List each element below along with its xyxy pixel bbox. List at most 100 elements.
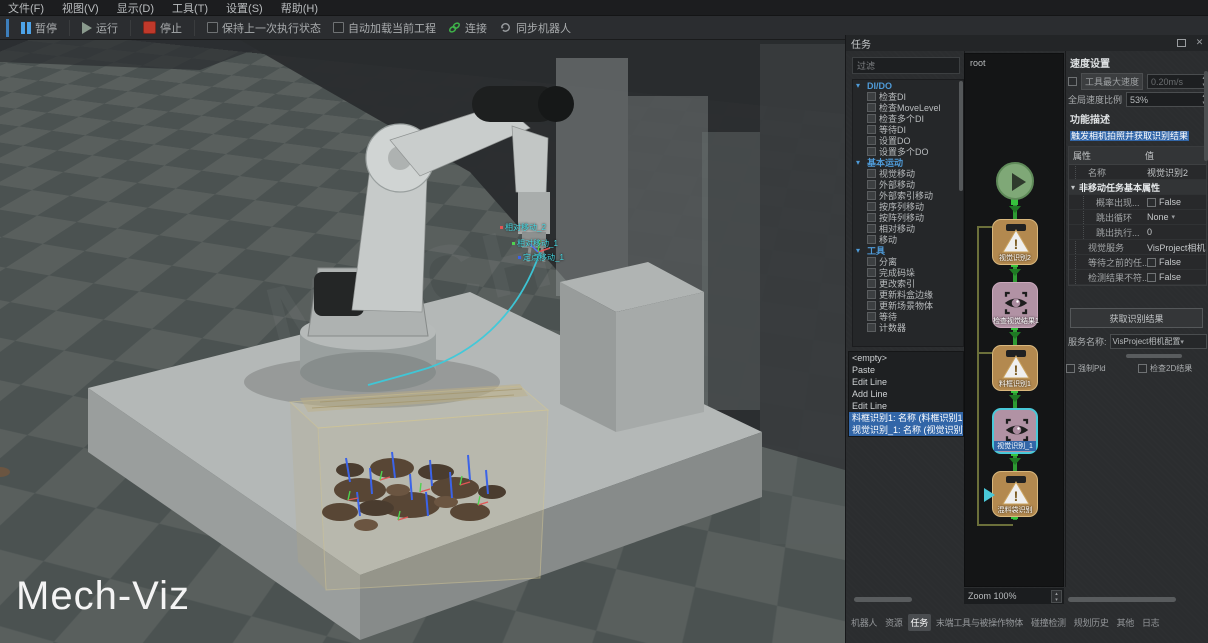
task-group-dido[interactable]: ▾ DI/DO bbox=[853, 80, 963, 91]
connect-button[interactable]: 连接 bbox=[448, 20, 487, 36]
task-icon bbox=[867, 257, 876, 266]
tab-end-tools-objects[interactable]: 末端工具与被操作物体 bbox=[933, 614, 1026, 631]
history-item[interactable]: <empty> bbox=[849, 352, 963, 364]
tool-speed-input[interactable]: 0.20m/s ▴▾ bbox=[1147, 74, 1207, 89]
node-label: 检查视觉结果1 bbox=[993, 316, 1037, 326]
menu-settings[interactable]: 设置(S) bbox=[226, 0, 263, 16]
task-icon bbox=[867, 312, 876, 321]
loop-edge bbox=[977, 226, 979, 526]
svg-text:!: ! bbox=[1014, 488, 1019, 504]
warning-icon: ! bbox=[1001, 354, 1031, 380]
arrow-down-icon bbox=[1009, 458, 1021, 465]
task-item[interactable]: 更新场景物体 bbox=[853, 300, 963, 311]
flow-node-current[interactable]: ! 混料袋识别 bbox=[992, 471, 1038, 517]
tab-plan-history[interactable]: 规划历史 bbox=[1071, 614, 1112, 631]
menu-file[interactable]: 文件(F) bbox=[8, 0, 44, 16]
loop-edge bbox=[977, 226, 992, 228]
task-icon bbox=[867, 169, 876, 178]
get-result-button[interactable]: 获取识别结果 bbox=[1070, 308, 1203, 328]
svg-text:!: ! bbox=[1014, 236, 1019, 252]
history-item[interactable]: 料框识别1: 名称 (料框识别1 · bbox=[849, 412, 963, 424]
task-group-tools[interactable]: ▾ 工具 bbox=[853, 245, 963, 256]
task-icon bbox=[867, 279, 876, 288]
tab-robot[interactable]: 机器人 bbox=[848, 614, 880, 631]
close-panel-icon[interactable]: ✕ bbox=[1194, 37, 1205, 48]
tab-log[interactable]: 日志 bbox=[1139, 614, 1162, 631]
history-item[interactable]: Add Line bbox=[849, 388, 963, 400]
menu-help[interactable]: 帮助(H) bbox=[281, 0, 318, 16]
filter-input[interactable] bbox=[852, 57, 960, 74]
run-button[interactable]: 运行 bbox=[82, 20, 118, 36]
checkbox-icon bbox=[1066, 364, 1075, 373]
inspector-vscrollbar[interactable] bbox=[1204, 71, 1208, 161]
stop-button[interactable]: 停止 bbox=[143, 20, 182, 36]
pause-label: 暂停 bbox=[35, 20, 57, 36]
task-icon bbox=[867, 125, 876, 134]
flow-node-check-vision[interactable]: 检查视觉结果1 bbox=[992, 282, 1038, 328]
checkbox-icon bbox=[333, 22, 344, 33]
history-item-selected[interactable]: 视觉识别_1: 名称 (视觉识别) bbox=[849, 424, 963, 436]
force-pld-checkbox[interactable]: 强制Pld bbox=[1066, 363, 1134, 374]
chain-link-icon bbox=[448, 21, 461, 34]
viewport-3d[interactable]: MECH MIND bbox=[0, 40, 845, 643]
menu-display[interactable]: 显示(D) bbox=[117, 0, 154, 16]
service-name-dropdown[interactable]: VisProject相机配置 ▾ bbox=[1110, 334, 1207, 349]
global-speed-input[interactable]: 53% ▴▾ bbox=[1126, 92, 1207, 107]
toolbar-separator bbox=[130, 20, 131, 36]
history-item[interactable]: Edit Line bbox=[849, 376, 963, 388]
float-panel-icon[interactable] bbox=[1177, 39, 1186, 47]
task-item[interactable]: 等待 bbox=[853, 311, 963, 322]
task-icon bbox=[867, 268, 876, 277]
pause-button[interactable]: 暂停 bbox=[21, 20, 57, 36]
checkbox-icon[interactable] bbox=[1147, 198, 1156, 207]
chevron-down-icon[interactable]: ▾ bbox=[1172, 213, 1176, 221]
task-item[interactable]: 检查多个DI bbox=[853, 113, 963, 124]
history-item[interactable]: Edit Line bbox=[849, 400, 963, 412]
scene-graphics bbox=[0, 40, 845, 643]
prop-row[interactable]: 等待之前的任... False bbox=[1069, 255, 1206, 270]
task-library-tree: ▾ DI/DO 检查DI 检查MoveLevel 检查多个DI 等待DI 设置D… bbox=[852, 79, 964, 347]
history-item[interactable]: Paste bbox=[849, 364, 963, 376]
tab-resources[interactable]: 资源 bbox=[882, 614, 905, 631]
history-hscrollbar[interactable] bbox=[854, 597, 912, 602]
menu-tools[interactable]: 工具(T) bbox=[172, 0, 208, 16]
node-label: 视觉识别2 bbox=[993, 253, 1037, 263]
keep-state-checkbox[interactable]: 保持上一次执行状态 bbox=[207, 20, 321, 36]
library-scrollbar[interactable] bbox=[959, 81, 963, 191]
loop-edge bbox=[977, 352, 992, 354]
tab-tasks[interactable]: 任务 bbox=[908, 614, 931, 631]
speed-settings-header: 速度设置 bbox=[1070, 55, 1208, 70]
inspector-hscrollbar[interactable] bbox=[1068, 597, 1176, 602]
task-item[interactable]: 计数器 bbox=[853, 322, 963, 333]
tool-speed-checkbox[interactable] bbox=[1068, 77, 1077, 86]
checkbox-icon[interactable] bbox=[1147, 258, 1156, 267]
flow-node-vision[interactable]: ! 视觉识别2 bbox=[992, 219, 1038, 265]
zoom-label: Zoom 100% bbox=[964, 591, 1051, 601]
flow-node-start[interactable] bbox=[996, 162, 1034, 200]
zoom-stepper[interactable]: ▴▾ bbox=[1051, 590, 1062, 603]
prop-row-vision-service[interactable]: 视觉服务 VisProject相机配置 bbox=[1069, 240, 1206, 255]
tab-collision[interactable]: 碰撞检测 bbox=[1028, 614, 1069, 631]
prop-row[interactable]: 跳出循环 None ▾ bbox=[1069, 210, 1206, 225]
checkbox-icon[interactable] bbox=[1147, 273, 1156, 282]
workflow-canvas[interactable]: root bbox=[964, 53, 1064, 587]
flow-node-bin-recognition[interactable]: ! 料框识别1 bbox=[992, 345, 1038, 391]
prop-row[interactable]: 检测结果不符... False bbox=[1069, 270, 1206, 285]
sync-robot-button[interactable]: 同步机器人 bbox=[499, 20, 571, 36]
check-2d-checkbox[interactable]: 检查2D结果 bbox=[1138, 363, 1206, 374]
sync-robot-label: 同步机器人 bbox=[516, 20, 571, 36]
pause-icon bbox=[21, 22, 31, 34]
menu-view[interactable]: 视图(V) bbox=[62, 0, 99, 16]
prop-row[interactable]: 概率出现... False bbox=[1069, 195, 1206, 210]
prop-row-name[interactable]: 名称 视觉识别2 bbox=[1069, 165, 1206, 180]
node-label: 混料袋识别 bbox=[993, 505, 1037, 515]
prop-row[interactable]: 跳出执行... 0 bbox=[1069, 225, 1206, 240]
task-icon bbox=[867, 235, 876, 244]
properties-hscrollbar[interactable] bbox=[1126, 354, 1182, 358]
prop-group-header[interactable]: ▾ 非移动任务基本属性 bbox=[1069, 180, 1206, 195]
flow-node-vision-selected[interactable]: 视觉识别_1 bbox=[992, 408, 1038, 454]
tab-others[interactable]: 其他 bbox=[1114, 614, 1137, 631]
warning-icon: ! bbox=[1001, 228, 1031, 254]
task-item[interactable]: 相对移动 bbox=[853, 223, 963, 234]
autoload-checkbox[interactable]: 自动加载当前工程 bbox=[333, 20, 436, 36]
